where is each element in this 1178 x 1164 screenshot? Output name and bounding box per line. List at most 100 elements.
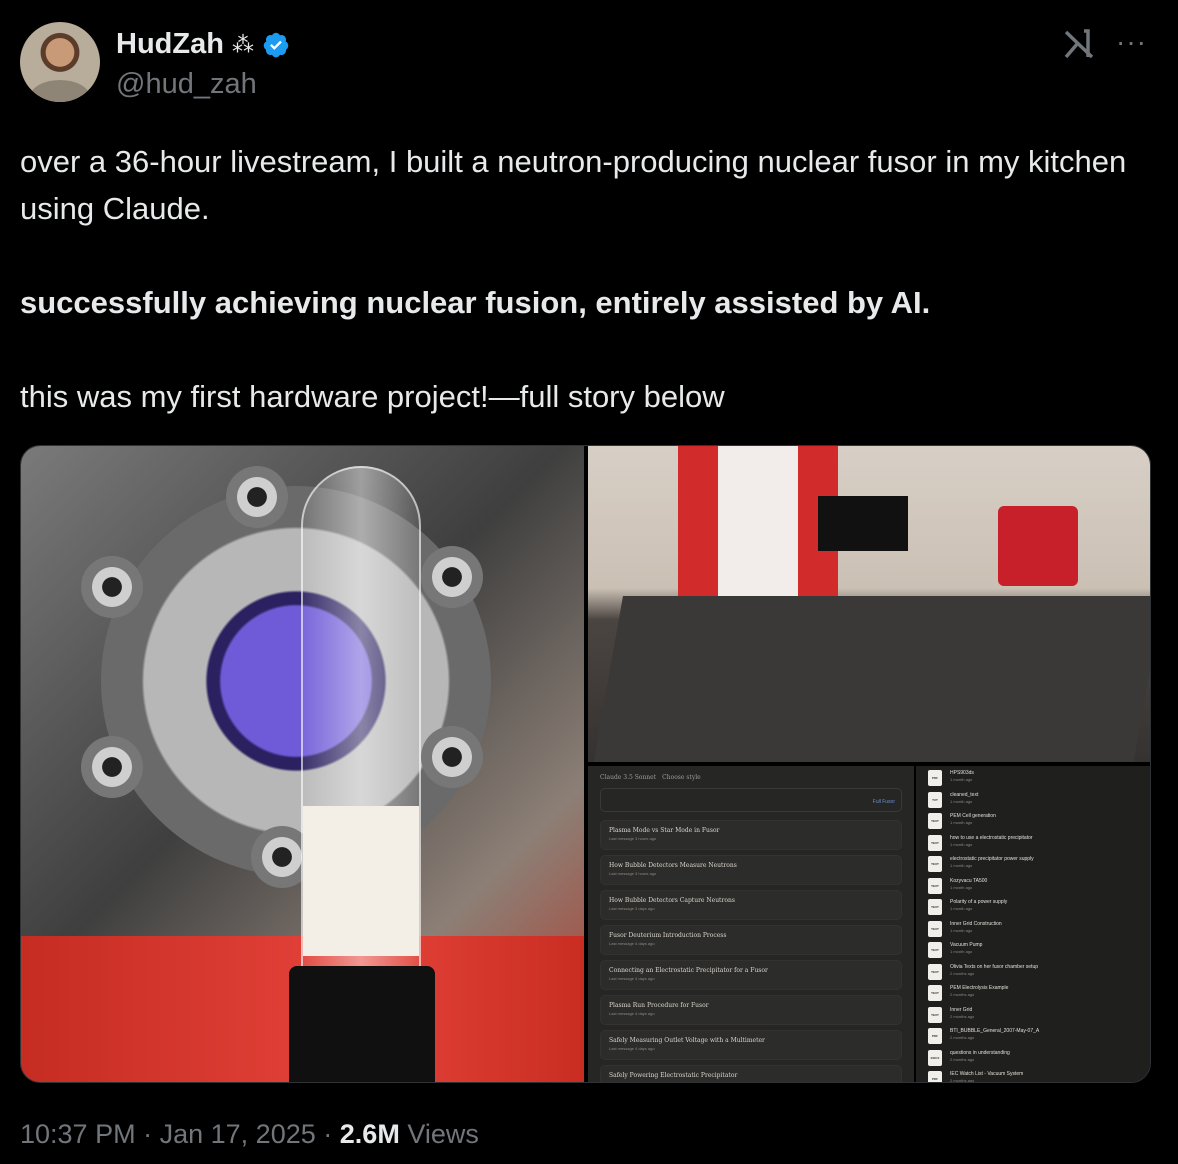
tweet-text-line-2: successfully achieving nuclear fusion, e… (20, 285, 931, 320)
file-type-icon: TEXT (928, 813, 942, 829)
views-count: 2.6M (339, 1119, 400, 1149)
file-age: 1 month ago (950, 927, 973, 933)
file-age: 1 month ago (950, 777, 973, 782)
claude-chat-list-screenshot[interactable]: Claude 3.5 Sonnet Choose style Full Fuso… (588, 766, 914, 1082)
chat-list-item: Plasma Mode vs Star Mode in Fusor Last me… (600, 820, 902, 850)
tweet-body: over a 36-hour livestream, I built a neu… (20, 138, 1150, 420)
file-type-icon: TEXT (928, 899, 942, 915)
fusor-tube-photo[interactable] (21, 446, 584, 1082)
chat-list-item: How Bubble Detectors Capture Neutrons Las… (600, 890, 902, 920)
file-name: Inner Grid Construction (950, 920, 1002, 927)
file-age: 1 month ago (950, 798, 973, 804)
project-files-screenshot[interactable]: PDF HPS903ds 1 month ago TXT cleaned_text 1 m… (914, 766, 1150, 1083)
chat-list-item: Connecting an Electrostatic Precipitator… (600, 960, 902, 990)
author-name-row: HudZah ⁂ (116, 28, 290, 61)
chat-title: Safely Powering Electrostatic Precipitat… (609, 1072, 738, 1079)
tweet-date[interactable]: Jan 17, 2025 (160, 1119, 316, 1149)
chat-list-item: Safely Measuring Outlet Voltage with a M… (600, 1030, 902, 1060)
file-age: 1 month ago (950, 863, 973, 868)
meta-separator: · (143, 1119, 153, 1149)
grok-icon[interactable] (1062, 27, 1096, 61)
chat-header: Claude 3.5 Sonnet Choose style (600, 774, 902, 781)
file-name: Inner Grid (950, 1006, 973, 1013)
file-type-icon: TEXT (928, 920, 942, 937)
file-type-icon: PDF (928, 1071, 942, 1082)
file-list-item: PDF HPS903ds 1 month ago (928, 770, 1140, 792)
file-list-item: TEXT Polarity of a power supply 1 month ag… (928, 899, 1140, 921)
file-name: HPS903ds (950, 770, 974, 776)
chat-subtitle: Last message 4 days ago (609, 941, 655, 946)
kitchen-setup-photo[interactable] (588, 446, 1150, 762)
chat-title: Fusor Deuterium Introduction Process (609, 932, 727, 939)
file-type-icon: TEXT (928, 877, 942, 894)
file-name: questions in understanding (950, 1049, 1010, 1056)
chat-title: Connecting an Electrostatic Precipitator… (609, 967, 768, 974)
file-type-icon: TXT (928, 791, 942, 808)
file-age: 2 months ago (950, 1035, 975, 1040)
file-age: 2 months ago (950, 992, 975, 997)
file-list-item: TEXT electrostatic precipitator power sup… (928, 856, 1140, 878)
chat-input: Full Fusor (600, 788, 902, 812)
more-options-icon[interactable]: ··· (1116, 26, 1147, 58)
file-list-item: TEXT Vacuum Pump 1 month ago (928, 942, 1140, 964)
file-list-item: TEXT how to use a electrostatic precipita… (928, 834, 1140, 857)
file-type-icon: TEXT (928, 942, 942, 958)
model-selector: Claude 3.5 Sonnet (600, 774, 657, 781)
file-name: Kozyvacu TA500 (950, 877, 988, 884)
chat-list-item: Safely Powering Electrostatic Precipitat… (600, 1065, 902, 1082)
views-label: Views (407, 1119, 479, 1149)
file-type-icon: PDF (928, 1028, 942, 1044)
file-name: IEC Watch List - Vacuum System (950, 1071, 1024, 1077)
file-list-item: TEXT Kozyvacu TA500 1 month ago (928, 877, 1140, 900)
file-age: 2 months ago (950, 1078, 975, 1083)
file-name: Polarity of a power supply (950, 899, 1008, 905)
chat-subtitle: Last message 3 hours ago (609, 871, 657, 876)
file-name: electrostatic precipitator power supply (950, 856, 1034, 862)
file-list-item: PDF BTI_BUBBLE_General_2007-May-07_A 2 mon… (928, 1028, 1140, 1050)
file-list-item: TEXT Inner Grid 2 months ago (928, 1006, 1140, 1029)
sparkle-icon: ⁂ (231, 31, 254, 57)
author-avatar[interactable] (20, 22, 100, 102)
file-type-icon: PDF (928, 770, 942, 786)
file-age: 1 month ago (950, 820, 973, 825)
file-age: 2 months ago (950, 1013, 975, 1019)
file-list-item: TEXT Olivia Texts on her fusor chamber se… (928, 963, 1140, 986)
chat-subtitle: Last message 4 days ago (609, 1046, 655, 1051)
file-age: 1 month ago (950, 884, 973, 890)
chat-title: Plasma Run Procedure for Fusor (609, 1002, 709, 1009)
chat-title: Plasma Mode vs Star Mode in Fusor (609, 827, 720, 834)
file-name: Vacuum Pump (950, 942, 983, 948)
chat-list-item: Fusor Deuterium Introduction Process Last… (600, 925, 902, 955)
file-list-item: TEXT PEM Cell generation 1 month ago (928, 813, 1140, 835)
style-selector: Choose style (662, 774, 701, 781)
verified-badge-icon[interactable] (262, 31, 290, 59)
chat-subtitle: Last message 3 hours ago (609, 836, 657, 841)
tweet-text-line-1: over a 36-hour livestream, I built a neu… (20, 144, 1127, 226)
chat-subtitle: Last message 4 days ago (609, 1011, 655, 1016)
file-list-item: TXT cleaned_text 1 month ago (928, 791, 1140, 814)
file-name: how to use a electrostatic precipitator (950, 834, 1033, 841)
tweet-text-line-3: this was my first hardware project!—full… (20, 379, 725, 414)
chat-subtitle: Last message 3 days ago (609, 906, 655, 911)
tweet-time[interactable]: 10:37 PM (20, 1119, 136, 1149)
chat-title: Safely Measuring Outlet Voltage with a M… (609, 1037, 765, 1044)
file-type-icon: TEXT (928, 834, 942, 851)
author-display-name[interactable]: HudZah (116, 28, 224, 61)
file-age: 1 month ago (950, 841, 973, 847)
author-handle[interactable]: @hud_zah (116, 68, 257, 101)
file-age: 2 months ago (950, 1056, 975, 1062)
meta-separator: · (323, 1119, 333, 1149)
chat-title: How Bubble Detectors Capture Neutrons (609, 897, 735, 904)
file-age: 1 month ago (950, 949, 973, 954)
file-name: PEM Electrolysis Example (950, 985, 1009, 991)
file-name: Olivia Texts on her fusor chamber setup (950, 963, 1039, 970)
file-list-item: PDF IEC Watch List - Vacuum System 2 month… (928, 1071, 1140, 1083)
file-age: 2 months ago (950, 970, 975, 976)
chat-title: How Bubble Detectors Measure Neutrons (609, 862, 737, 869)
tweet-meta: 10:37 PM · Jan 17, 2025 · 2.6M Views (20, 1119, 479, 1150)
chat-subtitle: Last message 4 days ago (609, 976, 655, 981)
file-name: BTI_BUBBLE_General_2007-May-07_A (950, 1028, 1040, 1034)
file-name: PEM Cell generation (950, 813, 996, 819)
file-age: 1 month ago (950, 906, 973, 911)
file-type-icon: TEXT (928, 963, 942, 980)
